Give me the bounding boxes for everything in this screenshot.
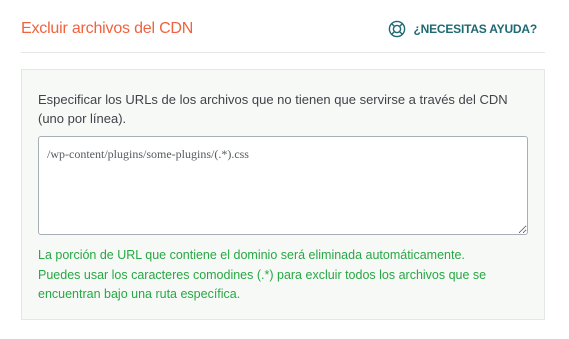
field-description: Especificar los URLs de los archivos que… <box>38 92 508 126</box>
section-title: Excluir archivos del CDN <box>21 20 194 37</box>
help-link-label: ¿NECESITAS AYUDA? <box>413 22 537 36</box>
help-text-line-domain: La porción de URL que contiene el domini… <box>38 248 465 262</box>
exclude-files-panel: Especificar los URLs de los archivos que… <box>21 69 545 320</box>
section-header: Excluir archivos del CDN ¿NECESITAS AYUD… <box>21 0 545 53</box>
excluded-urls-textarea[interactable] <box>38 136 528 235</box>
help-text-line-wildcards: Puedes usar los caracteres comodines (.*… <box>38 267 487 302</box>
field-help-text: La porción de URL que contiene el domini… <box>38 246 528 305</box>
lifebuoy-icon <box>388 20 406 38</box>
help-link[interactable]: ¿NECESITAS AYUDA? <box>388 20 537 38</box>
